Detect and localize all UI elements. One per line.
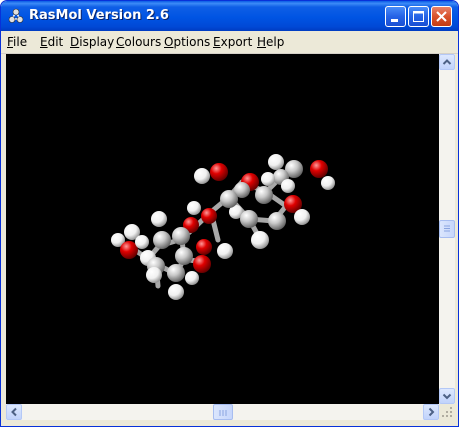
close-button[interactable]: [431, 6, 452, 27]
minimize-button[interactable]: [385, 6, 406, 27]
scroll-left-button[interactable]: [6, 404, 22, 420]
horizontal-scroll-thumb[interactable]: [213, 404, 233, 420]
rasmol-window: RasMol Version 2.6 File Edit Display Col…: [0, 0, 459, 427]
molecule-canvas[interactable]: [6, 54, 439, 404]
menu-file[interactable]: File: [7, 35, 27, 49]
horizontal-scrollbar[interactable]: [6, 404, 439, 420]
arrow-down-icon: [442, 393, 452, 400]
menu-edit[interactable]: Edit: [40, 35, 63, 49]
arrow-right-icon: [428, 407, 435, 417]
vertical-scrollbar[interactable]: [439, 54, 455, 404]
title-bar[interactable]: RasMol Version 2.6: [1, 1, 458, 31]
menu-options[interactable]: Options: [164, 35, 210, 49]
menu-help[interactable]: Help: [257, 35, 284, 49]
scroll-up-button[interactable]: [439, 54, 455, 70]
grip-lines-icon: [444, 225, 450, 232]
minimize-icon: [391, 19, 398, 22]
maximize-button[interactable]: [408, 6, 429, 27]
arrow-up-icon: [442, 59, 452, 65]
maximize-icon: [413, 11, 424, 22]
scroll-down-button[interactable]: [439, 388, 455, 404]
menu-export[interactable]: Export: [213, 35, 252, 49]
resize-grip-icon: [442, 407, 452, 417]
scroll-right-button[interactable]: [423, 404, 439, 420]
vertical-scroll-thumb[interactable]: [439, 220, 455, 238]
close-icon: [436, 11, 447, 22]
atoms: [111, 154, 335, 300]
window-title: RasMol Version 2.6: [29, 8, 169, 23]
grip-lines-icon: [219, 410, 227, 416]
resize-grip[interactable]: [439, 404, 455, 420]
menu-colours[interactable]: Colours: [116, 35, 161, 49]
arrow-left-icon: [11, 407, 17, 417]
rasmol-molecule-icon[interactable]: [8, 8, 24, 24]
molecule-render: [111, 154, 335, 300]
menu-bar: File Edit Display Colours Options Export…: [1, 31, 458, 54]
menu-display[interactable]: Display: [70, 35, 114, 49]
